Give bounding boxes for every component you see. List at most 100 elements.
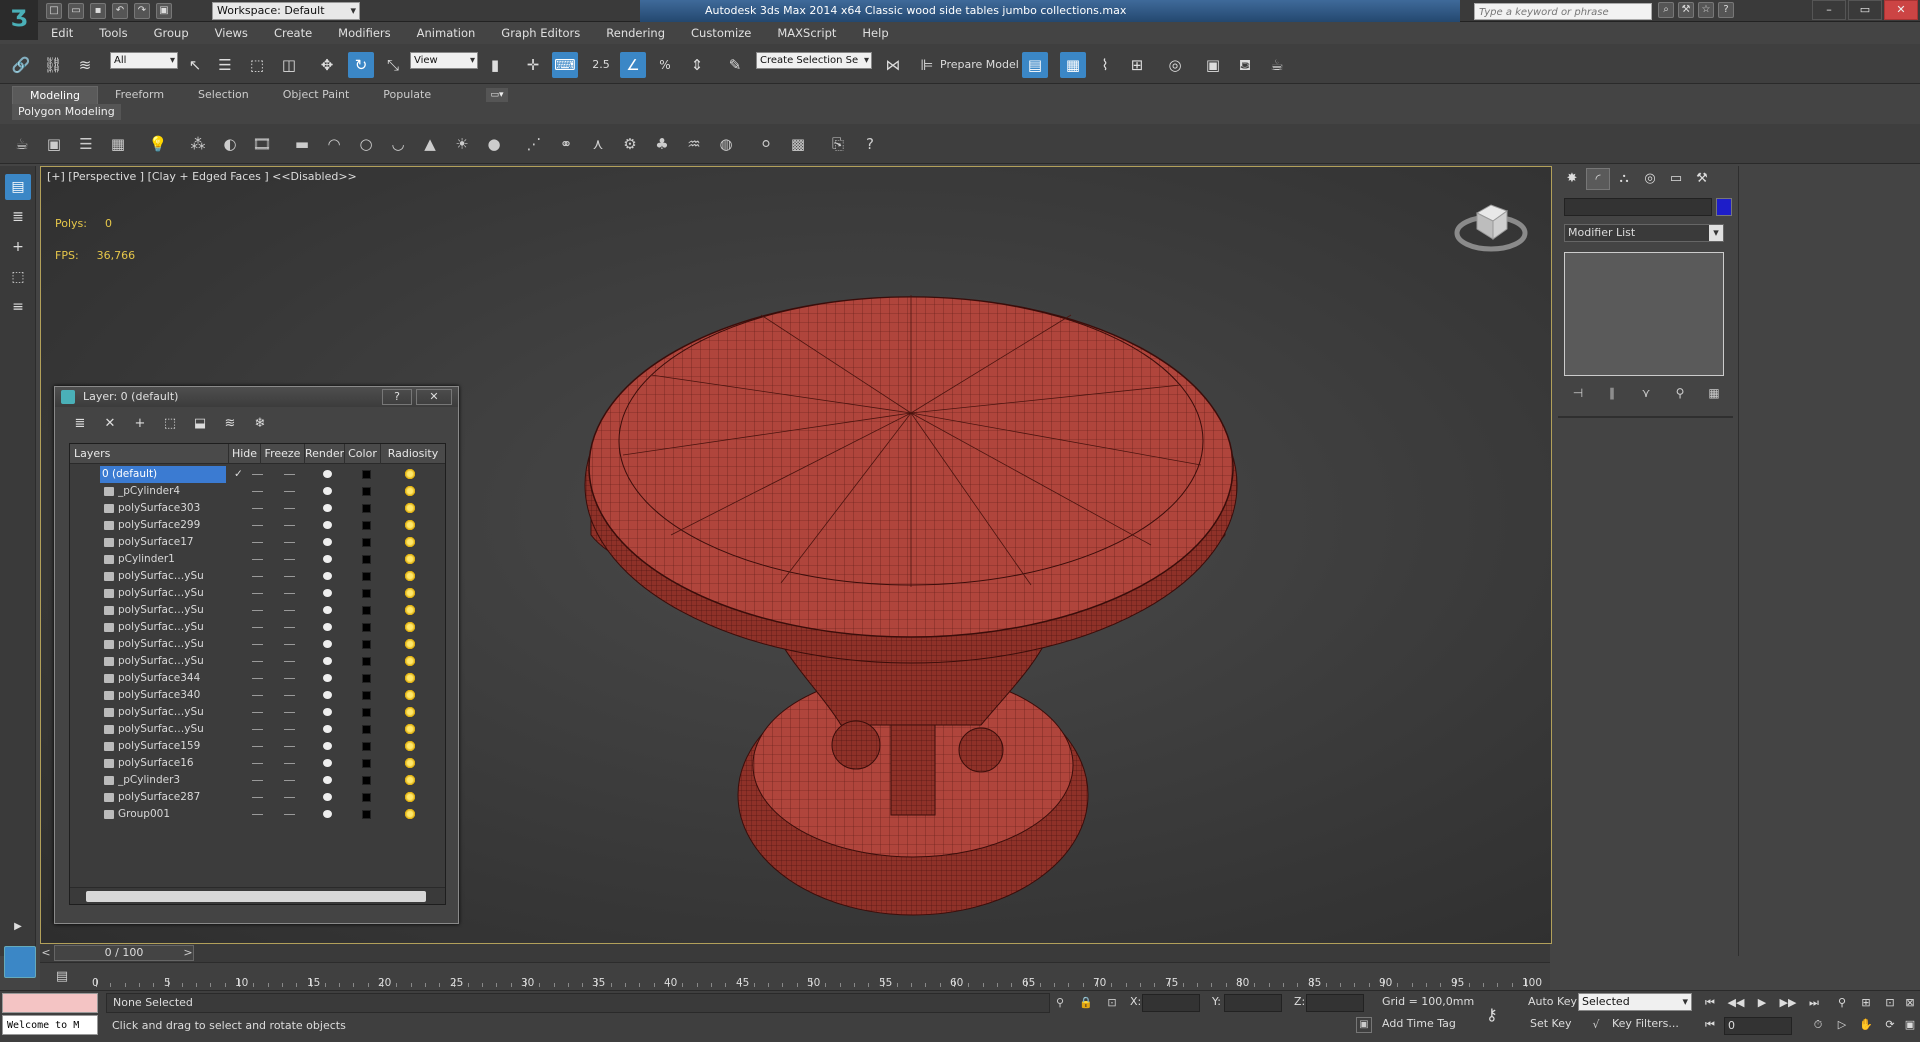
checker-icon[interactable]: ▩: [786, 132, 810, 156]
menu-rendering[interactable]: Rendering: [593, 22, 678, 44]
layer-color-swatch[interactable]: [362, 487, 371, 496]
radiosity-icon[interactable]: [404, 485, 416, 497]
layer-color-swatch[interactable]: [362, 589, 371, 598]
pivot-center-icon[interactable]: ▮: [482, 52, 508, 78]
radiosity-icon[interactable]: [404, 587, 416, 599]
freeze-toggle[interactable]: [284, 525, 295, 526]
menu-animation[interactable]: Animation: [404, 22, 489, 44]
play-icon[interactable]: ▶: [1752, 995, 1772, 1011]
ribbon-options-button[interactable]: ▭▾: [486, 88, 508, 102]
selection-lock-icon[interactable]: 🔒: [1078, 995, 1094, 1011]
render-teapot-icon[interactable]: [323, 487, 332, 495]
z-coordinate-field[interactable]: [1306, 994, 1364, 1012]
render-teapot-icon[interactable]: [323, 742, 332, 750]
pan-view-icon[interactable]: ✋: [1856, 1017, 1876, 1033]
layer-color-swatch[interactable]: [362, 572, 371, 581]
layers-toggle-icon[interactable]: ≣: [5, 204, 31, 230]
freeze-toggle[interactable]: [284, 559, 295, 560]
tools-icon[interactable]: ⚒: [1678, 2, 1694, 18]
save-icon[interactable]: ▪: [90, 3, 106, 19]
modifier-list-dropdown[interactable]: Modifier List: [1564, 224, 1724, 242]
go-to-start-icon[interactable]: ⏮: [1700, 995, 1720, 1011]
render-production-icon[interactable]: ☕: [1264, 52, 1290, 78]
snap-toggle-icon[interactable]: 2.5: [588, 52, 614, 78]
tab-object-paint[interactable]: Object Paint: [266, 86, 367, 104]
hide-toggle[interactable]: [252, 525, 263, 526]
table-model[interactable]: [511, 205, 1311, 944]
select-by-name-icon[interactable]: ☰: [212, 52, 238, 78]
layer-row[interactable]: _pCylinder4: [70, 483, 445, 500]
render-teapot-icon[interactable]: [323, 606, 332, 614]
hide-toggle[interactable]: [252, 593, 263, 594]
modifier-stack[interactable]: [1564, 252, 1724, 376]
radiosity-icon[interactable]: [404, 655, 416, 667]
minimize-button[interactable]: –: [1812, 0, 1846, 20]
plane-icon[interactable]: ▬: [290, 132, 314, 156]
radiosity-icon[interactable]: [404, 791, 416, 803]
layer-row[interactable]: polySurface287: [70, 789, 445, 806]
spinner-snap-icon[interactable]: ⇕: [684, 52, 710, 78]
render-teapot-icon[interactable]: [323, 623, 332, 631]
menu-help[interactable]: Help: [849, 22, 901, 44]
particles-icon[interactable]: ⁂: [186, 132, 210, 156]
layer-row[interactable]: polySurface17: [70, 534, 445, 551]
layer-name[interactable]: _pCylinder3: [118, 772, 230, 789]
freeze-toggle[interactable]: [284, 763, 295, 764]
layer-color-swatch[interactable]: [362, 759, 371, 768]
render-teapot-icon[interactable]: [323, 572, 332, 580]
scale-icon[interactable]: ⤡: [380, 52, 406, 78]
rectangular-selection-icon[interactable]: ⬚: [244, 52, 270, 78]
layer-name[interactable]: polySurfac…ySu: [118, 602, 230, 619]
field-of-view-icon[interactable]: ▷: [1832, 1017, 1852, 1033]
rotate-icon[interactable]: ↻: [348, 52, 374, 78]
layer-name[interactable]: 0 (default): [100, 466, 226, 483]
freeze-toggle[interactable]: [284, 695, 295, 696]
modify-tab-icon[interactable]: ◜: [1586, 168, 1610, 190]
layer-row[interactable]: polySurface299: [70, 517, 445, 534]
new-file-icon[interactable]: □: [46, 3, 62, 19]
bowl-icon[interactable]: ◡: [386, 132, 410, 156]
layer-color-swatch[interactable]: [362, 708, 371, 717]
render-teapot-icon[interactable]: [323, 504, 332, 512]
layer-row[interactable]: polySurfac…ySu: [70, 636, 445, 653]
layer-color-swatch[interactable]: [362, 504, 371, 513]
render-teapot-icon[interactable]: [323, 810, 332, 818]
cone-icon[interactable]: ▲: [418, 132, 442, 156]
freeze-toggle[interactable]: [284, 797, 295, 798]
add-to-layer-icon[interactable]: +: [129, 413, 151, 435]
time-config-icon[interactable]: ⏱: [1808, 1017, 1828, 1033]
render-teapot-icon[interactable]: [323, 640, 332, 648]
hide-toggle[interactable]: [252, 746, 263, 747]
render-setup-icon[interactable]: ▣: [1200, 52, 1226, 78]
list-icon[interactable]: ☰: [74, 132, 98, 156]
tab-selection[interactable]: Selection: [181, 86, 266, 104]
select-manipulate-icon[interactable]: ✛: [520, 52, 546, 78]
column-freeze[interactable]: Freeze: [260, 444, 304, 464]
layer-color-swatch[interactable]: [362, 521, 371, 530]
delete-layer-icon[interactable]: ✕: [99, 413, 121, 435]
hide-toggle[interactable]: [252, 644, 263, 645]
layer-name[interactable]: polySurface303: [118, 500, 230, 517]
stack-icon[interactable]: ≡: [5, 294, 31, 320]
teapot-icon[interactable]: ☕: [10, 132, 34, 156]
align-icon[interactable]: ⊫: [914, 52, 940, 78]
hair-fur-icon[interactable]: ♒: [682, 132, 706, 156]
radiosity-icon[interactable]: [404, 706, 416, 718]
curve-editor-icon[interactable]: ⌇: [1092, 52, 1118, 78]
menu-create[interactable]: Create: [261, 22, 325, 44]
layer-color-swatch[interactable]: [362, 623, 371, 632]
layer-color-swatch[interactable]: [362, 776, 371, 785]
current-layer-check-icon[interactable]: ✓: [234, 466, 243, 483]
radiosity-icon[interactable]: [404, 672, 416, 684]
link-icon[interactable]: 🔗: [8, 52, 34, 78]
render-teapot-icon[interactable]: [323, 674, 332, 682]
column-radiosity[interactable]: Radiosity: [380, 444, 445, 464]
render-teapot-icon[interactable]: [323, 470, 332, 478]
layer-row[interactable]: polySurfac…ySu: [70, 585, 445, 602]
object-name-field[interactable]: [1564, 198, 1712, 216]
angle-snap-icon[interactable]: ∠: [620, 52, 646, 78]
column-color[interactable]: Color: [344, 444, 380, 464]
white-sphere-icon[interactable]: ⚪: [754, 132, 778, 156]
key-filters-button[interactable]: Key Filters...: [1612, 1017, 1679, 1030]
help-icon[interactable]: ?: [1718, 2, 1734, 18]
